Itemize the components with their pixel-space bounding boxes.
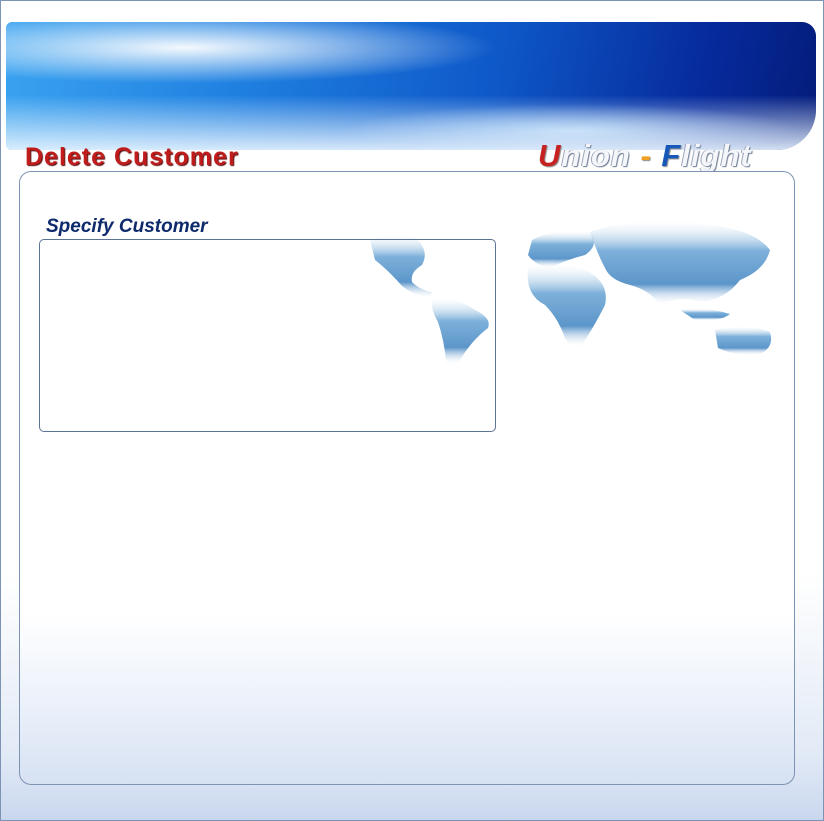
specify-customer-groupbox — [39, 239, 496, 432]
specify-customer-label: Specify Customer — [46, 216, 208, 237]
page-title: Delete Customer — [25, 143, 239, 171]
header-banner — [6, 22, 816, 150]
brand-logo: Union - Flight — [538, 138, 752, 173]
